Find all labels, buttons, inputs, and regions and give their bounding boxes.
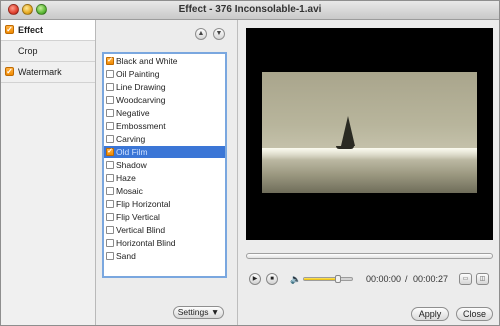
effect-label: Embossment [116, 121, 166, 131]
video-glare [262, 148, 477, 160]
effect-label: Negative [116, 108, 150, 118]
volume-slider[interactable] [303, 275, 353, 283]
stop-icon: ■ [270, 276, 274, 282]
effect-item-woodcarving[interactable]: Woodcarving [104, 94, 225, 106]
effect-item-oil-painting[interactable]: Oil Painting [104, 68, 225, 80]
sidebar-item-label: Effect [18, 25, 44, 35]
checkbox-icon[interactable] [106, 83, 114, 91]
apply-button[interactable]: Apply [411, 307, 449, 321]
checkbox-icon[interactable] [106, 174, 114, 182]
checkbox-icon[interactable] [106, 252, 114, 260]
checkbox-icon[interactable] [106, 226, 114, 234]
effect-label: Woodcarving [116, 95, 166, 105]
arrow-up-icon: ▲ [197, 30, 205, 37]
speaker-icon[interactable]: 🔈 [290, 275, 301, 284]
effect-item-carving[interactable]: Carving [104, 133, 225, 145]
sidebar: ✓ Effect Crop ✓ Watermark [1, 20, 96, 325]
effect-label: Flip Horizontal [116, 199, 171, 209]
effect-item-horizontal-blind[interactable]: Horizontal Blind [104, 237, 225, 249]
effect-label: Carving [116, 134, 146, 144]
split-view-button[interactable]: ◫ [476, 273, 489, 285]
effect-label: Black and White [116, 56, 178, 66]
play-icon: ▶ [252, 276, 258, 282]
effect-item-vertical-blind[interactable]: Vertical Blind [104, 224, 225, 236]
current-time: 00:00:00 [366, 274, 402, 284]
sidebar-item-label: Watermark [18, 67, 62, 77]
time-separator: / [405, 274, 408, 284]
checkbox-icon[interactable] [106, 109, 114, 117]
sidebar-item-crop[interactable]: Crop [1, 41, 95, 62]
checkbox-icon[interactable] [106, 135, 114, 143]
checkbox-checked-icon[interactable]: ✓ [106, 148, 114, 156]
sailboat-hull [336, 146, 354, 149]
video-sky [262, 72, 477, 148]
effects-list[interactable]: ✓ Black and White Oil Painting Line Draw… [102, 52, 227, 278]
checkbox-icon[interactable] [106, 239, 114, 247]
sidebar-item-effect[interactable]: ✓ Effect [1, 20, 95, 41]
video-frame [262, 72, 477, 193]
volume-knob[interactable] [335, 275, 341, 283]
effect-label: Sand [116, 251, 136, 261]
move-down-button[interactable]: ▼ [213, 28, 225, 40]
effects-panel: ▲ ▼ ✓ Black and White Oil Painting Line … [96, 20, 236, 325]
aspect-icon: ▭ [462, 276, 469, 282]
close-button[interactable]: Close [456, 307, 493, 321]
checkbox-checked-icon[interactable]: ✓ [5, 25, 14, 34]
effect-label: Shadow [116, 160, 147, 170]
checkbox-icon[interactable] [106, 161, 114, 169]
effect-label: Line Drawing [116, 82, 166, 92]
effect-label: Mosaic [116, 186, 143, 196]
sailboat-sail [341, 116, 355, 146]
checkbox-icon[interactable] [106, 96, 114, 104]
arrow-down-icon: ▼ [215, 30, 223, 37]
checkbox-icon[interactable] [106, 200, 114, 208]
panel-divider[interactable] [237, 20, 238, 325]
effect-item-flip-horizontal[interactable]: Flip Horizontal [104, 198, 225, 210]
checkbox-icon[interactable] [106, 213, 114, 221]
effect-item-old-film[interactable]: ✓ Old Film [104, 146, 225, 158]
effect-item-line-drawing[interactable]: Line Drawing [104, 81, 225, 93]
effect-item-embossment[interactable]: Embossment [104, 120, 225, 132]
effect-label: Horizontal Blind [116, 238, 176, 248]
effect-label: Vertical Blind [116, 225, 166, 235]
play-button[interactable]: ▶ [249, 273, 261, 285]
effect-window: Effect - 376 Inconsolable-1.avi ✓ Effect… [0, 0, 500, 326]
volume-level [304, 278, 338, 280]
effect-label: Oil Painting [116, 69, 160, 79]
effect-label: Haze [116, 173, 136, 183]
sidebar-item-label: Crop [18, 46, 38, 56]
window-title: Effect - 376 Inconsolable-1.avi [178, 4, 322, 15]
effect-item-sand[interactable]: Sand [104, 250, 225, 262]
sidebar-item-watermark[interactable]: ✓ Watermark [1, 62, 95, 83]
effect-label: Old Film [116, 147, 148, 157]
total-time: 00:00:27 [413, 274, 449, 284]
stop-button[interactable]: ■ [266, 273, 278, 285]
move-up-button[interactable]: ▲ [195, 28, 207, 40]
compare-icon: ◫ [479, 276, 486, 282]
effect-item-shadow[interactable]: Shadow [104, 159, 225, 171]
seek-bar[interactable] [246, 253, 493, 259]
fit-view-button[interactable]: ▭ [459, 273, 472, 285]
effect-item-black-and-white[interactable]: ✓ Black and White [104, 55, 225, 67]
title-bar: Effect - 376 Inconsolable-1.avi [1, 1, 499, 20]
video-preview [246, 28, 493, 240]
effect-item-negative[interactable]: Negative [104, 107, 225, 119]
settings-dropdown-button[interactable]: Settings ▼ [173, 306, 224, 319]
checkbox-checked-icon[interactable]: ✓ [5, 67, 14, 76]
effect-item-haze[interactable]: Haze [104, 172, 225, 184]
checkbox-icon[interactable] [106, 122, 114, 130]
checkbox-checked-icon[interactable]: ✓ [106, 57, 114, 65]
effect-label: Flip Vertical [116, 212, 160, 222]
effect-item-flip-vertical[interactable]: Flip Vertical [104, 211, 225, 223]
checkbox-icon[interactable] [106, 70, 114, 78]
effect-item-mosaic[interactable]: Mosaic [104, 185, 225, 197]
checkbox-icon[interactable] [106, 187, 114, 195]
